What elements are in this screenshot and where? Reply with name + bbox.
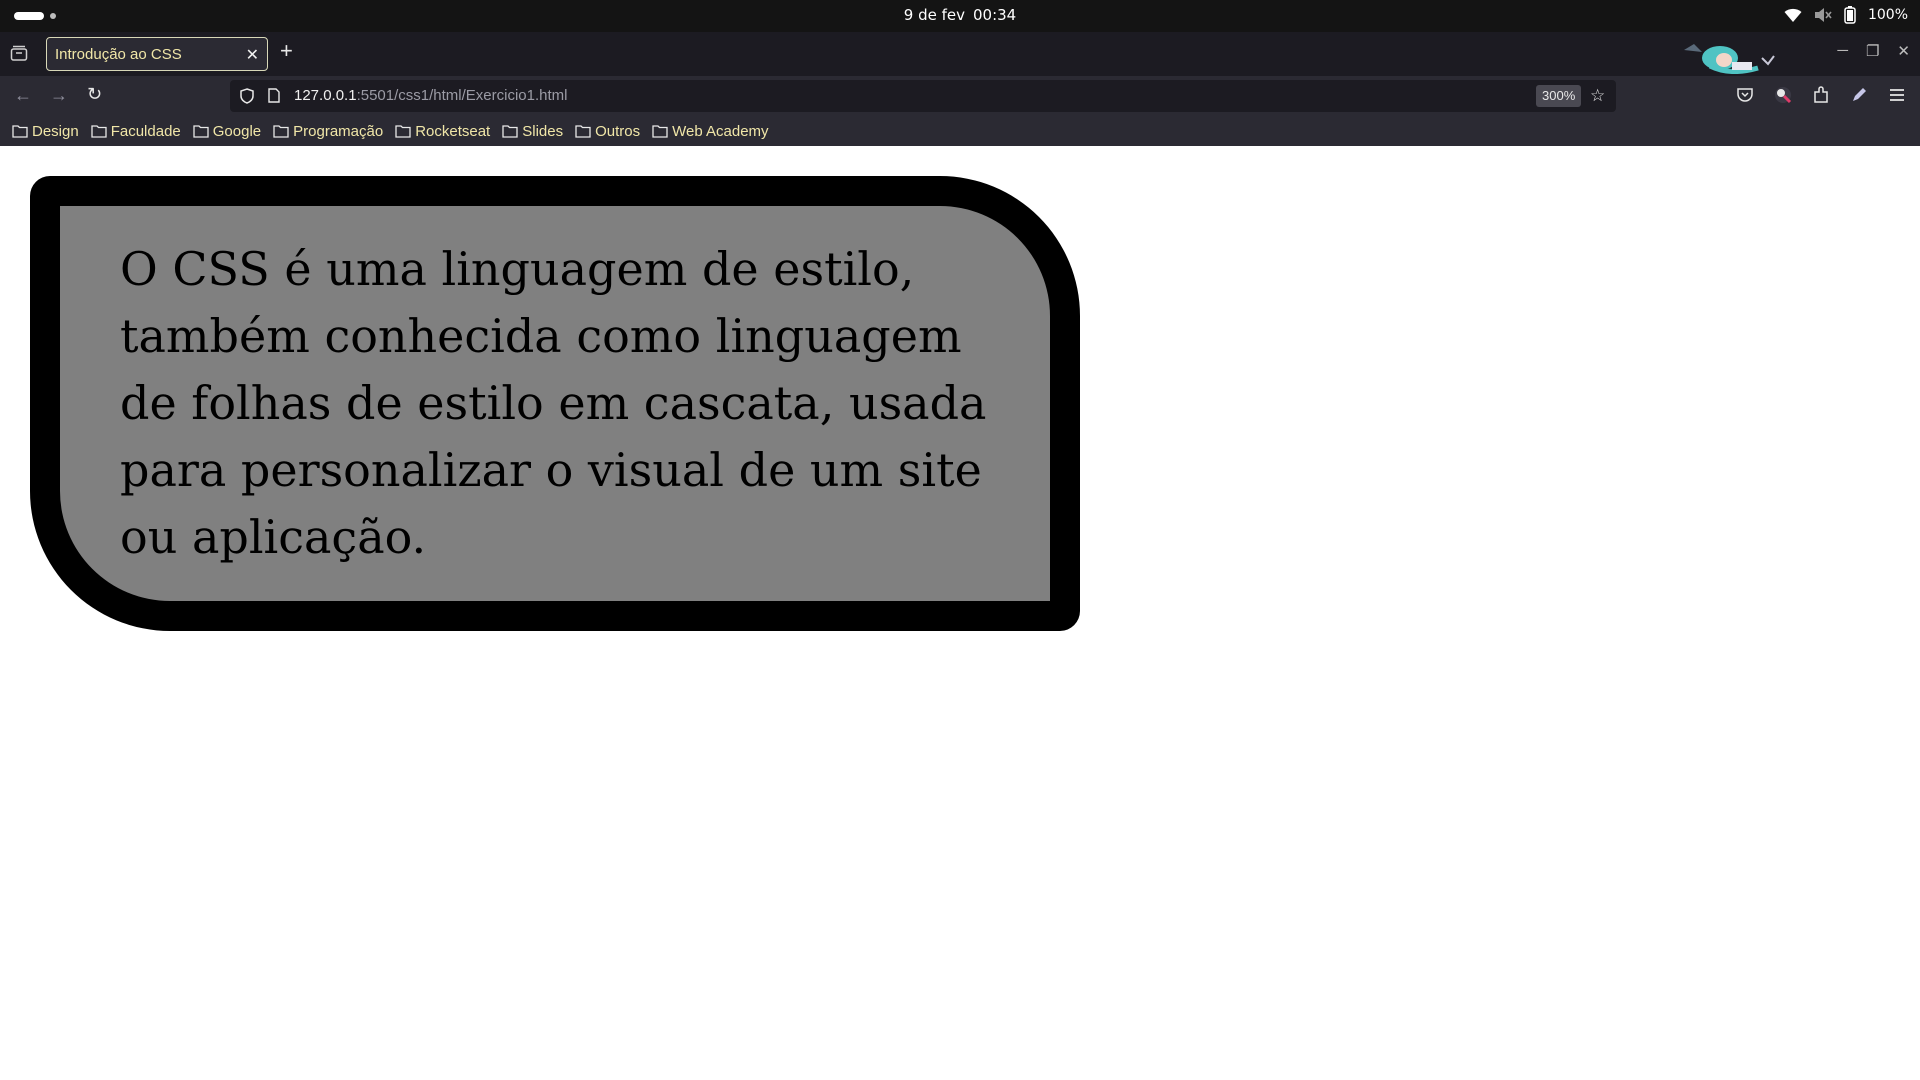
bookmark-folder-rocketseat[interactable]: Rocketseat: [395, 123, 490, 140]
theme-character-image: [1680, 36, 1776, 74]
folder-icon: [91, 124, 107, 138]
bookmarks-bar: Design Faculdade Google Programação Rock…: [0, 116, 1920, 146]
star-icon[interactable]: ☆: [1590, 86, 1605, 106]
bookmark-label: Web Academy: [672, 122, 769, 140]
css-intro-paragraph: O CSS é uma linguagem de estilo, também …: [30, 176, 1080, 631]
folder-icon: [652, 124, 668, 138]
clock[interactable]: 9 de fev 00:34: [0, 6, 1920, 24]
folder-icon: [502, 124, 518, 138]
tab-active[interactable]: Introdução ao CSS ✕: [46, 37, 268, 71]
toolbar-actions: [1736, 86, 1906, 104]
bookmark-label: Faculdade: [110, 122, 181, 140]
close-window-icon[interactable]: ✕: [1897, 42, 1910, 60]
bookmark-label: Programação: [293, 122, 384, 140]
bookmark-label: Slides: [522, 122, 564, 140]
bookmark-folder-outros[interactable]: Outros: [575, 123, 640, 140]
folder-icon: [395, 124, 411, 138]
bookmark-label: Outros: [595, 122, 641, 140]
bookmark-folder-web-academy[interactable]: Web Academy: [652, 122, 769, 140]
system-tray[interactable]: 100%: [1784, 6, 1908, 24]
tab-close-icon[interactable]: ✕: [246, 45, 259, 65]
url-host: 127.0.0.1: [294, 87, 357, 104]
window-controls: ─ ❐ ✕: [1837, 42, 1910, 60]
account-icon[interactable]: [1774, 86, 1792, 104]
bookmark-label: Design: [32, 122, 79, 140]
bookmark-label: Rocketseat: [415, 122, 491, 140]
menu-icon[interactable]: [1888, 86, 1906, 104]
folder-icon: [12, 124, 28, 138]
bookmark-folder-programacao[interactable]: Programação: [273, 123, 383, 140]
bookmark-folder-slides[interactable]: Slides: [502, 123, 563, 140]
battery-level: 100%: [1867, 7, 1908, 23]
url-text[interactable]: 127.0.0.1:5501/css1/html/Exercicio1.html: [294, 87, 567, 104]
new-tab-icon[interactable]: +: [280, 38, 293, 64]
minimize-icon[interactable]: ─: [1837, 42, 1848, 60]
bookmark-folder-design[interactable]: Design: [12, 123, 79, 140]
bookmark-folder-google[interactable]: Google: [193, 123, 261, 140]
folder-icon: [273, 124, 289, 138]
clock-date: 9 de fev: [903, 6, 965, 24]
navigation-bar: ← → ↻ 127.0.0.1:5501/css1/html/Exercicio…: [0, 76, 1920, 116]
clock-time: 00:34: [972, 6, 1017, 24]
back-icon[interactable]: ←: [14, 85, 32, 106]
page-icon[interactable]: [268, 88, 280, 108]
shield-icon[interactable]: [240, 88, 254, 109]
speaker-muted-icon: [1814, 7, 1832, 23]
folder-icon: [193, 124, 209, 138]
tab-strip: Introdução ao CSS ✕ + ─ ❐ ✕: [0, 32, 1920, 76]
bookmark-folder-faculdade[interactable]: Faculdade: [91, 123, 181, 140]
zoom-level-button[interactable]: 300%: [1536, 85, 1582, 107]
pocket-icon[interactable]: [1736, 86, 1754, 104]
reload-icon[interactable]: ↻: [87, 84, 102, 105]
battery-icon: [1844, 6, 1856, 24]
tab-overview-icon[interactable]: [10, 44, 28, 67]
url-bar[interactable]: 127.0.0.1:5501/css1/html/Exercicio1.html…: [230, 80, 1616, 112]
extensions-icon[interactable]: [1812, 86, 1830, 104]
system-top-bar: 9 de fev 00:34 100%: [0, 0, 1920, 32]
tab-title: Introdução ao CSS: [55, 46, 182, 63]
forward-icon[interactable]: →: [50, 85, 68, 106]
wifi-icon: [1784, 7, 1802, 23]
folder-icon: [575, 124, 591, 138]
url-path: :5501/css1/html/Exercicio1.html: [356, 87, 568, 104]
page-viewport: O CSS é uma linguagem de estilo, também …: [0, 146, 1920, 1080]
bookmark-label: Google: [212, 122, 262, 140]
restore-icon[interactable]: ❐: [1866, 42, 1879, 60]
pen-icon[interactable]: [1850, 86, 1868, 104]
